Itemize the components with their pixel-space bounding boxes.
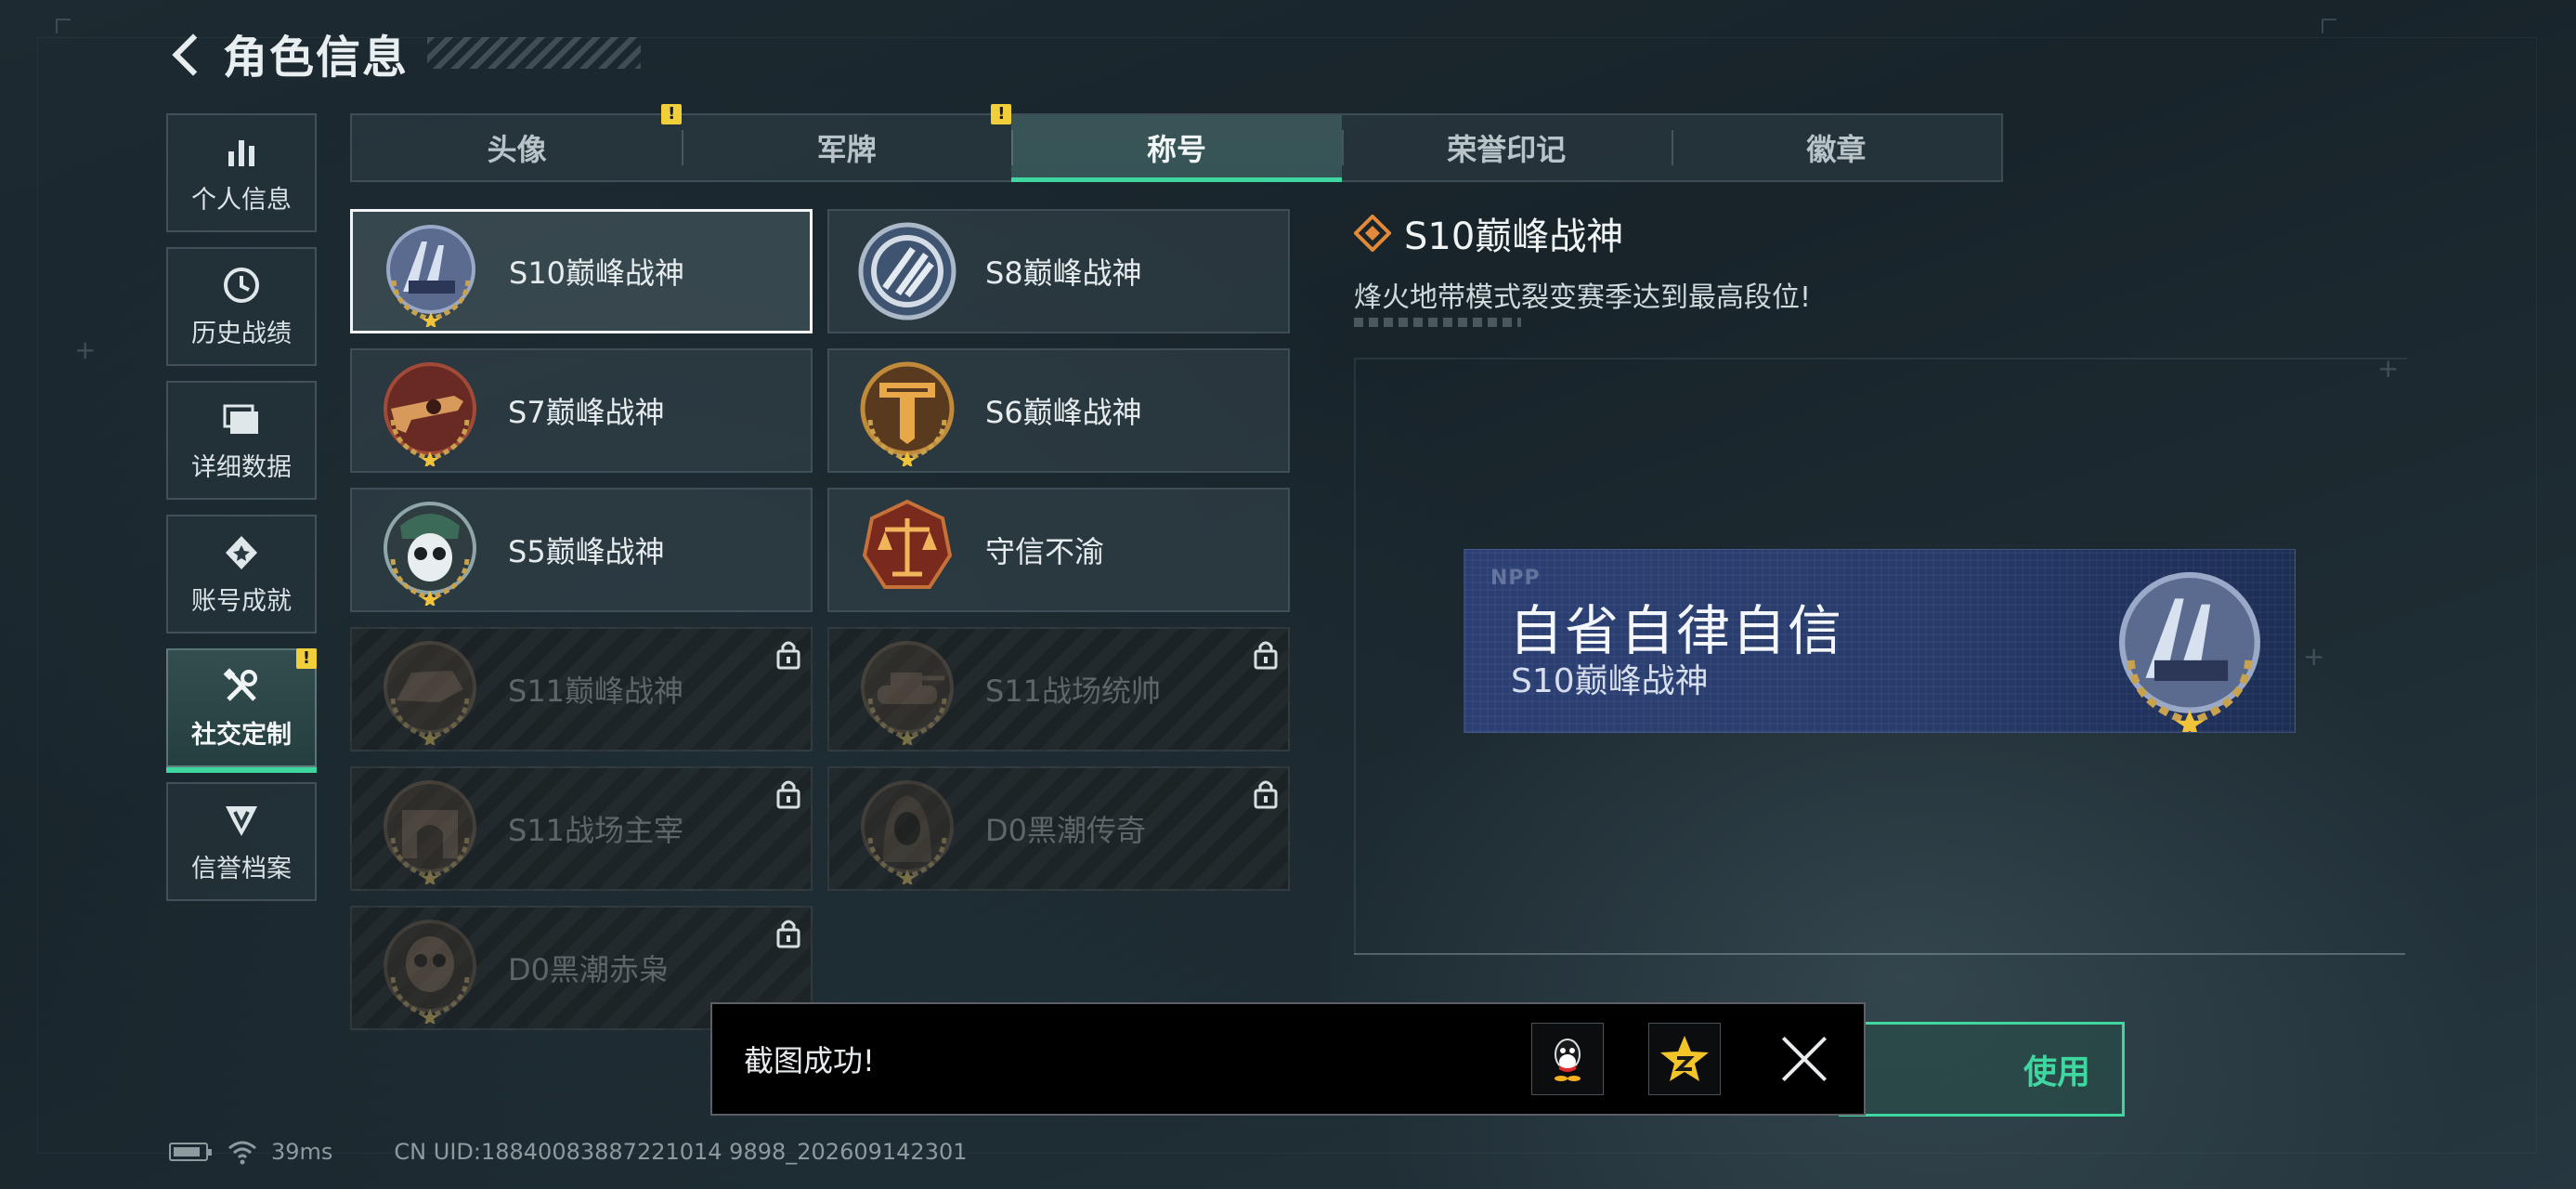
title-name: S11战场统帅 — [985, 673, 1162, 709]
title-name: S5巅峰战神 — [508, 534, 665, 569]
nav-label: 历史战绩 — [191, 319, 292, 348]
title-card-locked[interactable]: S11巅峰战神 — [350, 627, 813, 751]
nav-label: 社交定制 — [191, 720, 292, 750]
side-nav: 个人信息 历史战绩 详细数据 账号成就 ! 社交定制 信誉档案 — [166, 113, 319, 916]
tab-label: 军牌 — [816, 132, 877, 167]
nav-item-credit-record[interactable]: 信誉档案 — [166, 782, 317, 901]
tab-label: 头像 — [487, 132, 547, 167]
s5-emblem — [384, 502, 476, 606]
nav-label: 信誉档案 — [191, 854, 292, 883]
ping-value: 39ms — [271, 1139, 333, 1165]
use-button[interactable]: 使用 — [1839, 1022, 2125, 1117]
title-name: D0黑潮传奇 — [985, 813, 1147, 848]
toast-message: 截图成功! — [744, 1043, 875, 1078]
nav-label: 个人信息 — [191, 185, 292, 215]
nav-item-detailed-data[interactable]: 详细数据 — [166, 381, 317, 500]
d0-skull-emblem — [384, 920, 476, 1024]
detail-description: 烽火地带模式裂变赛季达到最高段位! — [1354, 281, 1812, 314]
tab-title[interactable]: 称号 — [1011, 115, 1342, 182]
detail-title-name: S10巅峰战神 — [1404, 216, 1624, 258]
tab-label: 称号 — [1147, 132, 1207, 167]
battery-icon — [169, 1143, 212, 1161]
divider — [1354, 953, 2405, 955]
s11-arch-emblem — [384, 780, 476, 884]
s7-emblem — [384, 362, 476, 466]
title-card[interactable]: S7巅峰战神 — [350, 348, 813, 473]
tab-honor-mark[interactable]: 荣誉印记 — [1341, 115, 1672, 180]
lock-icon — [776, 780, 800, 809]
page-header: 角色信息 — [165, 20, 642, 85]
screenshot-toast: 截图成功! — [710, 1002, 1866, 1116]
user-uid: CN UID:18840083887221014 9898_2026091423… — [394, 1139, 968, 1165]
page-title: 角色信息 — [223, 32, 410, 84]
title-name: S8巅峰战神 — [985, 255, 1142, 291]
warning-badge: ! — [296, 648, 317, 669]
scales-emblem — [862, 499, 953, 589]
tab-dog-tag[interactable]: 军牌 ! — [682, 104, 1012, 180]
tab-avatar[interactable]: 头像 ! — [352, 104, 683, 180]
nav-item-social-custom[interactable]: ! 社交定制 — [166, 648, 317, 773]
title-name: S11巅峰战神 — [508, 673, 684, 709]
title-card[interactable]: S10巅峰战神 — [350, 209, 813, 333]
share-qq-button[interactable] — [1531, 1023, 1604, 1095]
s8-emblem — [858, 222, 956, 320]
lock-icon — [1254, 641, 1278, 670]
tools-icon — [221, 666, 262, 707]
title-name: D0黑潮赤枭 — [508, 952, 670, 987]
wifi-icon — [228, 1141, 256, 1165]
close-icon[interactable] — [1778, 1033, 1830, 1085]
detail-header: S10巅峰战神 — [1354, 206, 1623, 260]
title-stripe — [427, 37, 642, 69]
tab-label: 荣誉印记 — [1447, 132, 1567, 167]
s11-tank-emblem — [861, 641, 954, 745]
nav-item-achievements[interactable]: 账号成就 — [166, 515, 317, 634]
lock-icon — [1254, 780, 1278, 809]
nav-item-history[interactable]: 历史战绩 — [166, 247, 317, 366]
nav-label: 账号成就 — [191, 586, 292, 616]
lock-icon — [776, 920, 800, 948]
nameplate-sub-text: S10巅峰战神 — [1511, 662, 1709, 700]
qq-icon — [1555, 1039, 1581, 1081]
title-card-locked[interactable]: S11战场统帅 — [827, 627, 1290, 751]
bar-chart-icon — [221, 131, 262, 172]
title-card[interactable]: S6巅峰战神 — [827, 348, 1290, 473]
d0-hood-emblem — [861, 780, 954, 884]
share-qzone-button[interactable] — [1648, 1023, 1721, 1095]
warning-badge: ! — [661, 104, 683, 124]
cross-mark: + — [74, 334, 97, 365]
lock-icon — [776, 641, 800, 670]
category-tabs: 头像 ! 军牌 ! 称号 荣誉印记 徽章 — [350, 104, 2003, 182]
s10-emblem — [2119, 571, 2260, 733]
tab-label: 徽章 — [1806, 132, 1867, 167]
achievement-icon — [221, 532, 262, 573]
credit-shield-icon — [221, 800, 262, 841]
title-name: S6巅峰战神 — [985, 395, 1142, 430]
title-card-locked[interactable]: S11战场主宰 — [350, 766, 813, 891]
corner-tick — [2322, 19, 2336, 33]
detail-subtext — [1354, 318, 1521, 327]
s10-emblem — [386, 225, 475, 327]
title-name: 守信不渝 — [985, 534, 1105, 569]
status-footer: 39ms CN UID:18840083887221014 9898_20260… — [169, 1139, 968, 1165]
qzone-star-icon — [1660, 1036, 1709, 1081]
title-name: S11战场主宰 — [508, 813, 684, 848]
clock-icon — [221, 265, 262, 306]
folder-icon — [221, 399, 262, 439]
nav-label: 详细数据 — [191, 452, 292, 482]
title-card[interactable]: S8巅峰战神 — [827, 209, 1290, 333]
title-name: S7巅峰战神 — [508, 395, 665, 430]
s11-peak-emblem — [384, 641, 476, 745]
nav-item-personal-info[interactable]: 个人信息 — [166, 113, 317, 232]
title-card[interactable]: S5巅峰战神 — [350, 488, 813, 612]
title-card-locked[interactable]: D0黑潮传奇 — [827, 766, 1290, 891]
warning-badge: ! — [991, 104, 1012, 124]
tab-badge[interactable]: 徽章 — [1671, 115, 2001, 180]
title-name: S10巅峰战神 — [509, 255, 685, 291]
s6-emblem — [860, 361, 955, 466]
corner-tick — [56, 19, 71, 33]
back-arrow-icon[interactable] — [165, 27, 212, 79]
title-card[interactable]: 守信不渝 — [827, 488, 1290, 612]
title-nameplate-preview: NPP 自省自律自信 S10巅峰战神 — [1464, 549, 2296, 733]
diamond-icon — [1354, 215, 1391, 252]
